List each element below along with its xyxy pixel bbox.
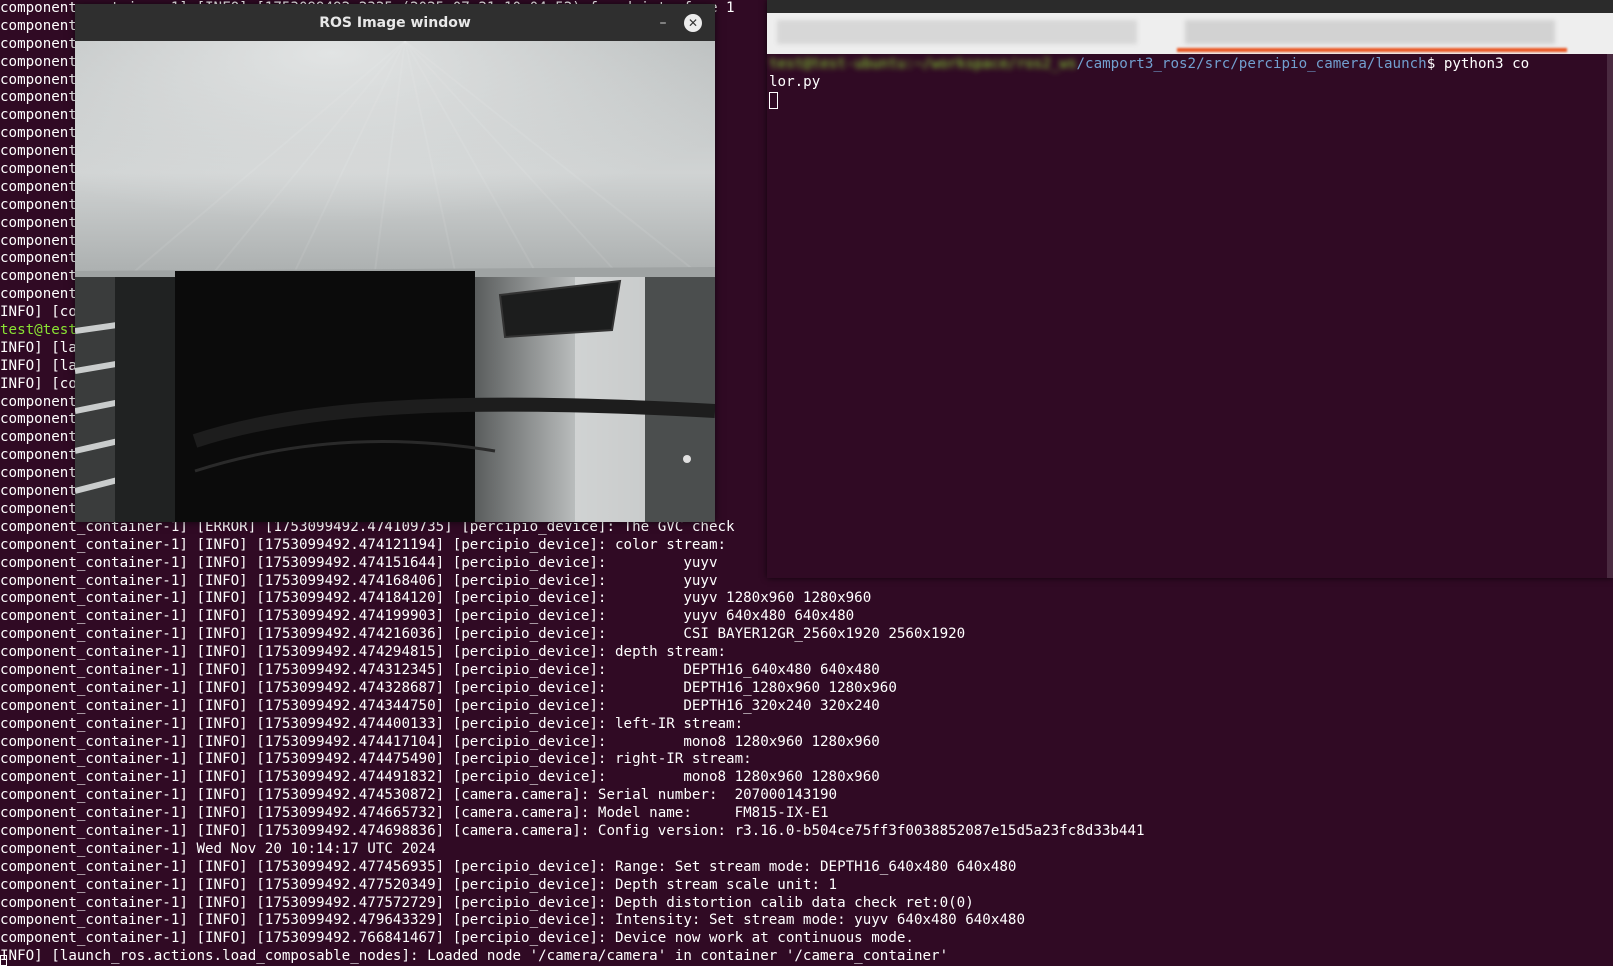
log-line: component_container-1] [INFO] [175309949… [0, 661, 880, 678]
terminal-cursor [769, 91, 778, 109]
log-line: component_container-1] [INFO] [175309949… [0, 644, 727, 661]
terminal-tab[interactable] [777, 20, 1137, 44]
prompt-line: test@test-ubuntu:~/workspace/ros2_ws/cam… [769, 56, 1613, 74]
right-terminal-window[interactable]: test@test-ubuntu:~/workspace/ros2_ws/cam… [767, 0, 1613, 578]
window-title: ROS Image window [319, 14, 471, 31]
terminal-header [767, 0, 1613, 54]
log-line: component_container-1] [INFO] [175309949… [0, 590, 872, 607]
log-line: component_container-1] [INFO] [175309949… [0, 715, 744, 732]
prompt-path: /camport3_ros2/src/percipio_camera/launc… [1076, 56, 1427, 72]
log-line: component_container-1] [INFO] [175309949… [0, 697, 880, 714]
log-line: component_container-1] [INFO] [175309949… [0, 822, 1145, 839]
log-line: component_container-1] [INFO] [175309949… [0, 608, 855, 625]
log-line: INFO] [launch_ros.actions.load_composabl… [0, 948, 949, 965]
camera-image-view[interactable] [75, 41, 715, 522]
command-line-wrap: lor.py [769, 74, 1613, 92]
log-line: component_container-1] [INFO] [175309949… [0, 751, 752, 768]
minimize-button[interactable]: – [649, 4, 677, 41]
log-line: component_container-1] [INFO] [175309949… [0, 787, 838, 804]
log-line: component_container-1] [INFO] [175309949… [0, 858, 1017, 875]
prompt-symbol: $ [1426, 56, 1444, 72]
log-line: component_container-1] Wed Nov 20 10:14:… [0, 840, 436, 857]
prompt-user: test@test-ubuntu:~/workspace/ros2_ws [769, 56, 1077, 72]
terminal-body[interactable]: test@test-ubuntu:~/workspace/ros2_ws/cam… [767, 54, 1613, 110]
close-icon: ✕ [684, 13, 702, 32]
log-line: component_container-1] [INFO] [175309949… [0, 876, 838, 893]
active-tab-indicator [1177, 48, 1567, 52]
log-line: component_container-1] [INFO] [175309949… [0, 679, 897, 696]
ros-image-window[interactable]: ROS Image window – ✕ [75, 4, 715, 522]
close-button[interactable]: ✕ [679, 4, 707, 41]
minimize-icon: – [659, 14, 667, 31]
terminal-scrollbar[interactable] [1607, 54, 1613, 578]
log-line: component_container-1] [INFO] [175309949… [0, 894, 974, 911]
log-line: component_container-1] [INFO] [175309949… [0, 930, 914, 947]
log-line: component_container-1] [INFO] [175309949… [0, 769, 880, 786]
window-titlebar[interactable]: ROS Image window – ✕ [75, 4, 715, 41]
terminal-cursor [0, 955, 7, 966]
camera-image [75, 41, 715, 522]
command-text: python3 co [1443, 56, 1530, 72]
terminal-topbar [767, 0, 1613, 13]
command-text-wrap: lor.py [769, 73, 821, 90]
log-line: component_container-1] [INFO] [175309949… [0, 912, 1025, 929]
cursor-line [769, 91, 1613, 110]
log-line: component_container-1] [INFO] [175309949… [0, 805, 829, 822]
log-line: component_container-1] [INFO] [175309949… [0, 733, 880, 750]
log-line: component_container-1] [INFO] [175309949… [0, 626, 966, 643]
terminal-tab-active[interactable] [1185, 20, 1555, 44]
